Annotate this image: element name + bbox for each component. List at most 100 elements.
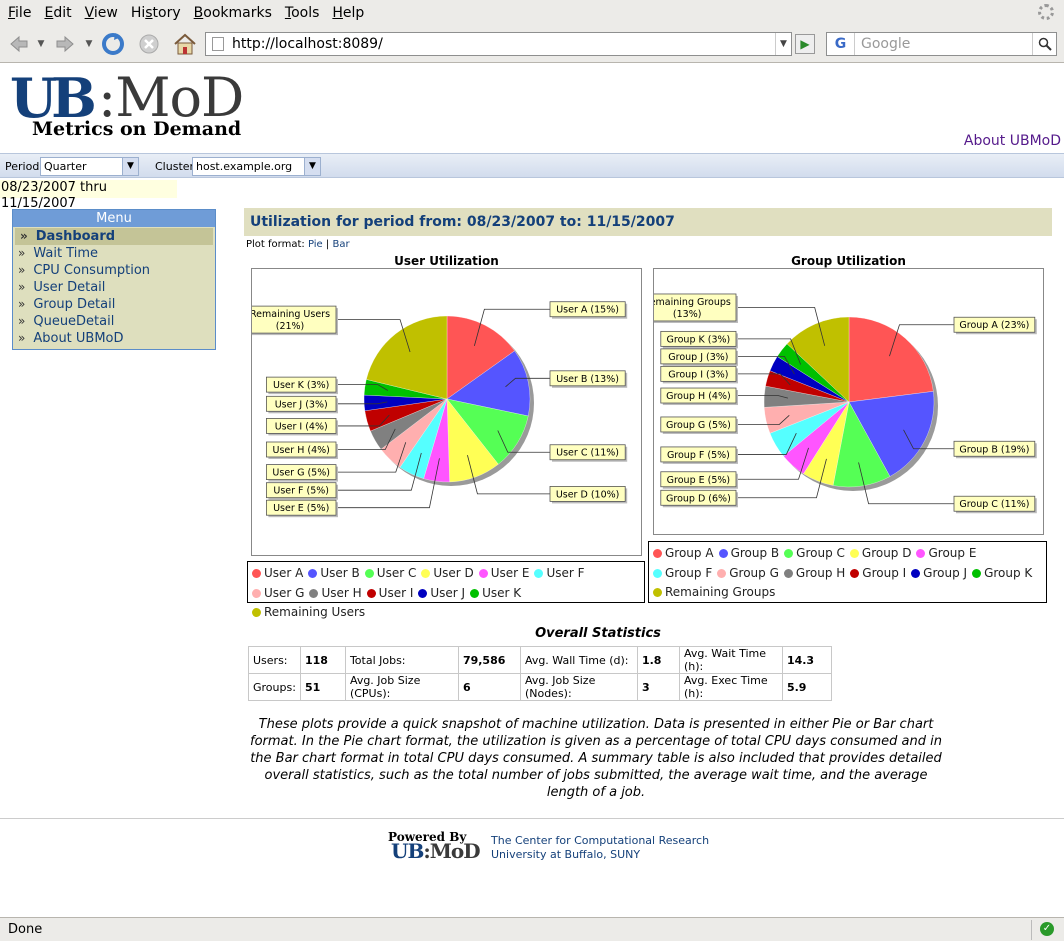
legend-dot-icon (911, 568, 921, 578)
search-icon[interactable] (1032, 33, 1056, 55)
go-button[interactable]: ▶ (795, 34, 815, 54)
legend-item-group-d: Group D (849, 544, 912, 564)
legend-label: Group D (861, 546, 912, 560)
pie-label-group-i: Group I (3%) (668, 369, 728, 380)
legend-item-group-i: Group I (850, 564, 906, 584)
url-dropdown-icon[interactable]: ▼ (775, 33, 791, 55)
legend-dot-icon (916, 549, 926, 558)
cluster-select[interactable]: host.example.org ▼ (192, 157, 321, 176)
stat-value: 51 (299, 673, 346, 701)
back-icon[interactable] (6, 31, 32, 57)
plot-format-pie-link[interactable]: Pie (308, 239, 323, 250)
search-engine-icon[interactable]: G (827, 33, 855, 55)
legend-item-user-c: User C (364, 564, 417, 584)
period-select[interactable]: Quarter ▼ (40, 157, 139, 176)
menu-item-user-detail[interactable]: » User Detail (13, 279, 215, 296)
pie-label-group-f: Group F (5%) (667, 450, 730, 461)
menu-tools[interactable]: Tools (281, 5, 324, 21)
menu-bookmarks[interactable]: Bookmarks (190, 5, 276, 21)
menu-item-about[interactable]: » About UBMoD (13, 330, 215, 347)
legend-label: Group A (665, 546, 714, 560)
pie-label-user-h: User H (4%) (273, 445, 330, 456)
ccr-link[interactable]: The Center for Computational Research Un… (491, 834, 709, 862)
about-link[interactable]: About UBMoD (964, 133, 1061, 149)
legend-label: User H (321, 585, 362, 600)
plot-format-bar-link[interactable]: Bar (332, 239, 349, 250)
legend-label: Remaining Users (264, 605, 366, 619)
menu-help[interactable]: Help (328, 5, 368, 21)
stat-value: 118 (299, 646, 346, 674)
search-input[interactable]: Google (855, 36, 1032, 52)
stat-label: Users: (248, 646, 301, 674)
chevron-down-icon[interactable]: ▼ (304, 158, 320, 175)
legend-label: Group C (796, 546, 845, 560)
powered-by-logo[interactable]: Powered By UB:MoD (388, 830, 488, 863)
logo-subtitle: Metrics on Demand (32, 118, 242, 140)
legend-dot-icon (718, 549, 728, 558)
legend-dot-icon (308, 569, 318, 578)
menu-item-cpu-consumption[interactable]: » CPU Consumption (13, 262, 215, 279)
bullet-icon: » (18, 263, 26, 277)
reload-icon[interactable] (100, 31, 126, 57)
user-chart-legend: User A User B User C User D User E User F User… (247, 561, 645, 619)
period-label: Period: (5, 160, 44, 173)
legend-dot-icon (653, 568, 662, 578)
legend-dot-icon (364, 569, 374, 578)
legend-dot-icon (252, 608, 261, 617)
user-chart-title: User Utilization (394, 254, 499, 268)
pie-label-user-c: User C (11%) (556, 448, 619, 459)
menu-edit[interactable]: Edit (40, 5, 75, 21)
bullet-icon: » (18, 331, 26, 345)
throbber-icon (1038, 4, 1054, 20)
pie-group (363, 315, 534, 486)
legend-dot-icon (653, 588, 662, 597)
menu-file[interactable]: File (4, 5, 35, 21)
group-utilization-pie: Group A (23%) Group B (19%) Group C (11%) R… (638, 293, 1037, 514)
menu-history[interactable]: History (127, 5, 185, 21)
pie-label-user-k: User K (3%) (273, 380, 329, 391)
check-icon: ✓ (1040, 922, 1054, 936)
menu-item-dashboard[interactable]: » Dashboard (15, 228, 213, 245)
stop-icon[interactable] (136, 31, 162, 57)
search-bar[interactable]: G Google (826, 32, 1057, 56)
legend-item-user-j: User J (418, 584, 465, 604)
menu-item-group-detail[interactable]: » Group Detail (13, 296, 215, 313)
legend-label: Remaining Groups (665, 585, 776, 599)
pie-label-user-b: User B (13%) (556, 374, 619, 385)
forward-dropdown-icon[interactable]: ▼ (84, 31, 94, 57)
legend-dot-icon (850, 568, 860, 578)
pie-slice-group-a[interactable] (848, 316, 934, 403)
legend-label: User A (264, 566, 304, 580)
legend-item-user-h: User H (309, 584, 362, 604)
legend-dot-icon (783, 568, 793, 578)
legend-item-group-h: Group H (783, 564, 845, 584)
menu-view[interactable]: View (81, 5, 122, 21)
group-chart-box: Group A (23%) Group B (19%) Group C (11%) R… (638, 268, 1044, 535)
legend-dot-icon (849, 549, 859, 558)
home-icon[interactable] (172, 31, 198, 57)
filter-bar: Period: Quarter ▼ Cluster: host.example.… (0, 153, 1064, 178)
legend-dot-icon (309, 588, 319, 598)
pie-label-group-h: Group H (4%) (666, 391, 731, 402)
menu-item-wait-time[interactable]: » Wait Time (13, 245, 215, 262)
chevron-down-icon[interactable]: ▼ (122, 158, 138, 175)
menu-item-queue-detail[interactable]: » QueueDetail (13, 313, 215, 330)
back-dropdown-icon[interactable]: ▼ (36, 31, 46, 57)
stat-value: 3 (636, 673, 680, 701)
bullet-icon: » (18, 246, 26, 260)
user-chart-box: User A (15%) User B (13%) User C (11%) User… (243, 268, 642, 556)
description: These plots provide a quick snapshot of … (250, 717, 942, 800)
legend-label: User B (320, 566, 360, 580)
legend-label: Group G (729, 565, 779, 580)
stat-value: 1.8 (636, 646, 680, 674)
ubmod-logo[interactable]: UB :MoD Metrics on Demand (10, 69, 272, 141)
legend-item-group-k: Group K (972, 564, 1032, 584)
legend-label: User C (376, 566, 417, 580)
forward-icon[interactable] (52, 31, 78, 57)
address-bar[interactable]: http://localhost:8089/ ▼ (205, 32, 792, 56)
pie-label-user-i: User I (4%) (275, 421, 328, 432)
legend-item-group-e: Group E (916, 544, 976, 564)
stats-title: Overall Statistics (535, 626, 661, 641)
url-text[interactable]: http://localhost:8089/ (232, 36, 775, 52)
legend-dot-icon (534, 569, 544, 578)
